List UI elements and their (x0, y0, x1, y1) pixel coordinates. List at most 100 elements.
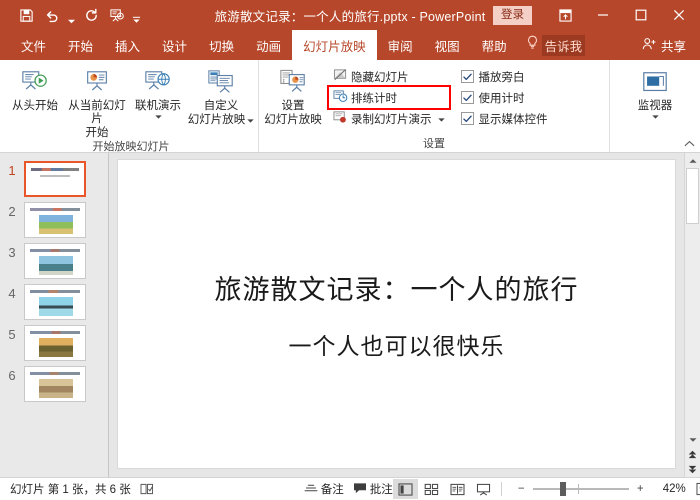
spellcheck-icon[interactable] (140, 483, 154, 495)
zoom-out-button[interactable]: − (515, 481, 528, 497)
tab-file[interactable]: 文件 (10, 30, 57, 60)
play-narrations-checkbox-box (460, 70, 474, 83)
ribbon-tab-bar: 文件 开始 插入 设计 切换 动画 幻灯片放映 审阅 视图 帮助 告诉我 共享 (0, 30, 700, 60)
start-slideshow-icon[interactable] (105, 4, 129, 26)
set-up-slide-show-icon (278, 67, 308, 99)
rehearse-timings-button[interactable]: 排练计时 (327, 85, 451, 110)
close-button[interactable] (660, 0, 698, 30)
thumb-photo (39, 338, 73, 357)
normal-view-button[interactable] (392, 479, 418, 499)
slide-thumbnail-6[interactable]: 6 (0, 366, 108, 402)
from-beginning-button[interactable]: 从头开始 (6, 64, 64, 113)
slide-thumbnail-pane[interactable]: 1 2 3 4 5 6 (0, 153, 109, 477)
slide-title-placeholder[interactable]: 旅游散文记录：一个人的旅行 (215, 268, 579, 307)
scroll-down-icon[interactable] (685, 432, 700, 447)
play-narrations-checkbox[interactable]: 播放旁白 (457, 66, 552, 87)
tab-home[interactable]: 开始 (57, 30, 104, 60)
chevron-up-icon[interactable] (682, 136, 696, 150)
status-bar-left: 幻灯片 第 1 张，共 6 张 (0, 481, 154, 497)
set-up-slide-show-label-1: 设置 (281, 100, 305, 112)
zoom-slider-handle[interactable] (559, 482, 566, 496)
maximize-button[interactable] (622, 0, 660, 30)
slide-thumbnail-2[interactable]: 2 (0, 202, 108, 238)
thumb-photo (39, 297, 73, 316)
monitor-dropdown-icon[interactable] (651, 113, 659, 121)
share-button[interactable]: 共享 (642, 30, 700, 60)
set-up-slide-show-button[interactable]: 设置 幻灯片放映 (261, 64, 325, 127)
tab-view[interactable]: 视图 (424, 30, 471, 60)
slide-thumbnail-3[interactable]: 3 (0, 243, 108, 279)
undo-icon[interactable] (40, 4, 64, 26)
show-media-controls-checkbox[interactable]: 显示媒体控件 (457, 108, 552, 129)
share-label: 共享 (660, 39, 686, 54)
thumb-title-line (30, 290, 80, 293)
save-icon[interactable] (14, 4, 38, 26)
monitor-icon (640, 67, 670, 99)
previous-slide-icon[interactable] (685, 447, 700, 462)
scrollbar-thumb[interactable] (686, 168, 699, 224)
slide-number-3: 3 (8, 245, 16, 260)
present-online-button[interactable]: 联机演示 (130, 64, 186, 121)
redo-icon[interactable] (79, 4, 103, 26)
slide-thumbnail-frame-2 (24, 202, 86, 238)
lightbulb-icon (526, 35, 539, 55)
notes-icon (304, 482, 318, 496)
tab-design[interactable]: 设计 (151, 30, 198, 60)
tab-animations[interactable]: 动画 (245, 30, 292, 60)
from-current-slide-button[interactable]: 从当前幻灯片 开始 (64, 64, 130, 140)
scroll-up-icon[interactable] (685, 153, 700, 168)
tell-me-label: 告诉我 (541, 34, 586, 56)
slide-subtitle-placeholder[interactable]: 一个人也可以很快乐 (289, 327, 505, 361)
use-timings-checkbox[interactable]: 使用计时 (457, 87, 552, 108)
tell-me-box[interactable]: 告诉我 (526, 30, 586, 60)
slide-counter[interactable]: 幻灯片 第 1 张，共 6 张 (10, 481, 131, 497)
hide-slide-button[interactable]: 隐藏幻灯片 (329, 66, 449, 87)
next-slide-icon[interactable] (685, 462, 700, 477)
share-person-icon (642, 37, 657, 54)
present-online-dropdown-icon[interactable] (154, 113, 162, 121)
vertical-scrollbar[interactable] (684, 153, 700, 477)
play-narrations-label: 播放旁白 (478, 71, 525, 84)
from-beginning-icon (20, 67, 50, 99)
show-media-controls-label: 显示媒体控件 (478, 113, 548, 126)
custom-slide-show-dropdown-icon[interactable] (247, 114, 254, 127)
slide-thumbnail-1[interactable]: 1 (0, 161, 108, 197)
use-timings-checkbox-box (460, 91, 474, 104)
slide-thumbnail-frame-4 (24, 284, 86, 320)
slide-thumbnail-5[interactable]: 5 (0, 325, 108, 361)
minimize-button[interactable] (584, 0, 622, 30)
zoom-slider[interactable] (532, 481, 629, 497)
record-slide-show-button[interactable]: 录制幻灯片演示 (329, 108, 449, 129)
zoom-in-button[interactable]: + (634, 481, 647, 497)
reading-view-button[interactable] (445, 479, 470, 499)
slideshow-view-button[interactable] (471, 479, 496, 499)
tab-slide-show[interactable]: 幻灯片放映 (292, 30, 377, 60)
undo-dropdown-icon[interactable] (66, 2, 77, 29)
tab-review[interactable]: 审阅 (377, 30, 424, 60)
comments-button[interactable]: 批注 (353, 481, 393, 497)
customize-qat-icon[interactable] (131, 2, 142, 29)
slide-sorter-view-button[interactable] (419, 479, 444, 499)
slide-number-4: 4 (8, 286, 16, 301)
slide-number-1: 1 (8, 163, 16, 178)
tab-transitions[interactable]: 切换 (198, 30, 245, 60)
from-current-slide-label-2: 开始 (85, 127, 109, 139)
ribbon-display-options-button[interactable] (546, 0, 584, 30)
zoom-slider-midpoint (577, 484, 579, 494)
powerpoint-window: 旅游散文记录：一个人的旅行.pptx - PowerPoint 登录 文件 开始… (0, 0, 700, 500)
from-current-slide-icon (82, 67, 112, 99)
tab-help[interactable]: 帮助 (471, 30, 518, 60)
set-up-slide-show-label-2: 幻灯片放映 (264, 114, 322, 126)
sign-in-button[interactable]: 登录 (493, 5, 532, 25)
slide-thumbnail-4[interactable]: 4 (0, 284, 108, 320)
zoom-percentage[interactable]: 42% (652, 483, 686, 495)
custom-slide-show-button[interactable]: 自定义 幻灯片放映 (186, 64, 256, 127)
fit-to-window-icon[interactable] (693, 480, 700, 498)
record-slide-show-dropdown-icon[interactable] (437, 113, 445, 125)
monitor-button[interactable]: 监视器 (627, 64, 683, 121)
status-bar-center: 备注 批注 (154, 481, 393, 497)
tab-insert[interactable]: 插入 (104, 30, 151, 60)
thumb-photo (39, 256, 73, 275)
notes-button[interactable]: 备注 (304, 481, 344, 497)
slide-canvas[interactable]: 旅游散文记录：一个人的旅行 一个人也可以很快乐 (117, 159, 676, 469)
